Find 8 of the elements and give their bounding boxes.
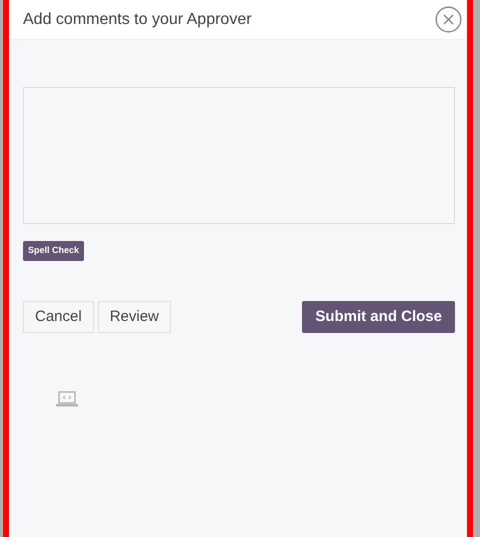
submit-button[interactable]: Submit and Close xyxy=(302,301,455,333)
spell-check-button[interactable]: Spell Check xyxy=(23,241,84,261)
comment-field[interactable] xyxy=(23,87,455,224)
dialog-title: Add comments to your Approver xyxy=(23,10,252,30)
close-icon[interactable] xyxy=(435,6,462,33)
action-button[interactable]: Review xyxy=(98,301,171,333)
laptop-icon xyxy=(56,391,78,407)
action-button[interactable]: Cancel xyxy=(23,301,94,333)
